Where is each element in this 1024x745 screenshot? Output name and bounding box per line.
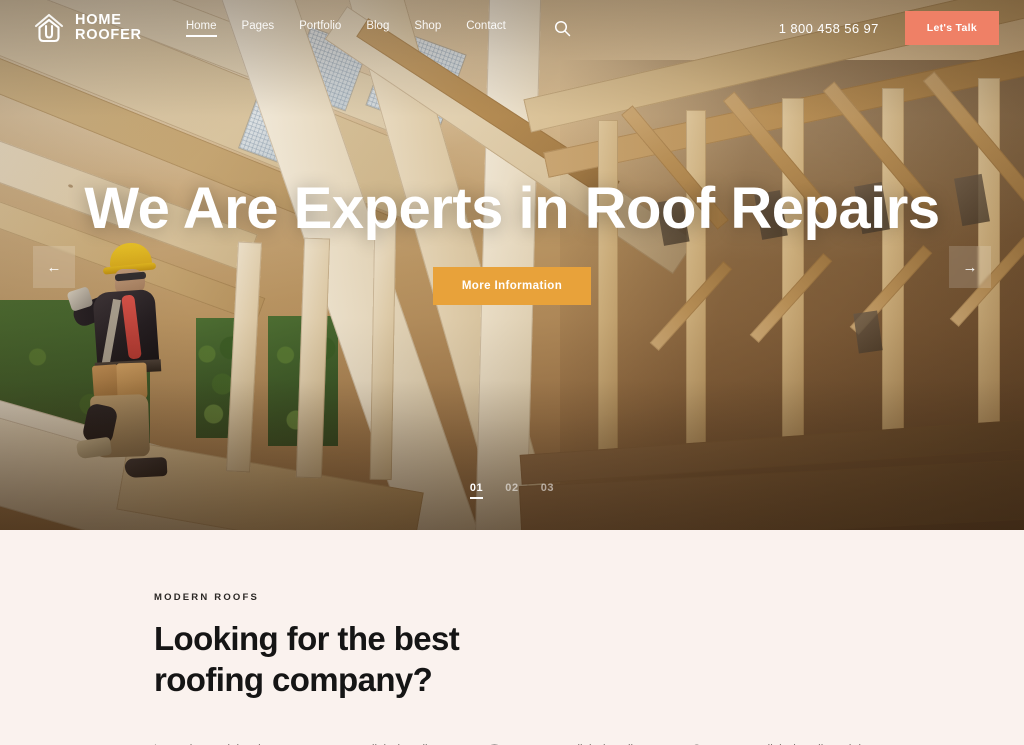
search-icon[interactable] xyxy=(553,18,573,38)
about-column-3: Consectetur adipiscing elit, sed do eius… xyxy=(692,741,872,745)
section-eyebrow: MODERN ROOFS xyxy=(154,592,260,603)
logo-text: HOME ROOFER xyxy=(75,11,142,43)
slider-page-03[interactable]: 03 xyxy=(541,482,554,499)
about-column-2: Qnsectetur adipiscing elit, sed do eiusm… xyxy=(479,740,659,745)
lets-talk-button[interactable]: Let's Talk xyxy=(904,11,999,45)
nav-item-home[interactable]: Home xyxy=(185,20,217,37)
site-logo[interactable]: HOME ROOFER xyxy=(32,11,142,45)
slider-next-button[interactable]: → xyxy=(949,246,991,288)
hero-slider: We Are Experts in Roof Repairs More Info… xyxy=(0,0,1024,530)
hero-title: We Are Experts in Roof Repairs xyxy=(84,176,940,241)
nav-item-portfolio[interactable]: Portfolio xyxy=(299,20,341,37)
main-navigation: Home Pages Portfolio Blog Shop Contact xyxy=(185,18,573,38)
arrow-left-icon: ← xyxy=(46,258,62,276)
nav-item-blog[interactable]: Blog xyxy=(366,20,389,37)
about-columns: Lorem ipsum dolor sit amet, consectetur … xyxy=(154,740,872,745)
section-title: Looking for the best roofing company? xyxy=(154,620,460,698)
about-column-1: Lorem ipsum dolor sit amet, consectetur … xyxy=(154,741,446,745)
slider-prev-button[interactable]: ← xyxy=(33,246,75,288)
slider-pagination: 01 02 03 xyxy=(0,482,1024,499)
about-section: MODERN ROOFS Looking for the best roofin… xyxy=(0,530,1024,745)
nav-item-contact[interactable]: Contact xyxy=(466,20,506,37)
site-header: HOME ROOFER Home Pages Portfolio Blog Sh… xyxy=(0,0,1024,56)
phone-number[interactable]: 1 800 458 56 97 xyxy=(779,21,879,36)
house-roof-icon xyxy=(32,11,66,45)
nav-item-shop[interactable]: Shop xyxy=(414,20,441,37)
about-inner: MODERN ROOFS Looking for the best roofin… xyxy=(152,592,872,745)
arrow-right-icon: → xyxy=(962,258,978,276)
slider-page-02[interactable]: 02 xyxy=(505,482,518,499)
hero-content: We Are Experts in Roof Repairs More Info… xyxy=(0,176,1024,305)
nav-item-pages[interactable]: Pages xyxy=(242,20,275,37)
more-information-button[interactable]: More Information xyxy=(432,266,592,305)
slider-page-01[interactable]: 01 xyxy=(469,482,484,499)
header-right: 1 800 458 56 97 Let's Talk xyxy=(779,11,999,45)
